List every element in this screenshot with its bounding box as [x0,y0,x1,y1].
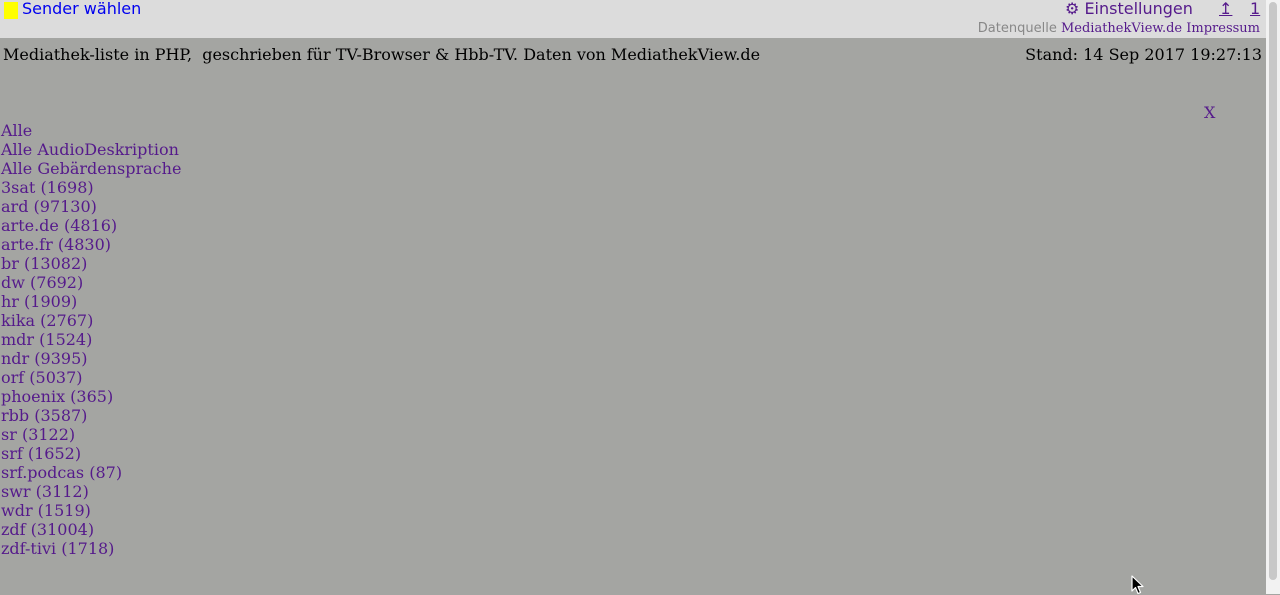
settings-link[interactable]: ⚙ Einstellungen [1065,0,1193,18]
channel-link[interactable]: rbb (3587) [1,406,87,425]
channel-link[interactable]: Alle Gebärdensprache [1,159,181,178]
impressum-link[interactable]: Impressum [1186,21,1260,36]
page-one-link[interactable]: 1 [1250,0,1260,18]
channel-item: Alle [1,121,181,140]
channel-link[interactable]: ard (97130) [1,197,97,216]
scrollbar-thumb[interactable] [1269,2,1277,580]
channel-link[interactable]: kika (2767) [1,311,93,330]
choose-sender-link[interactable]: Sender wählen [22,0,141,18]
channel-item: phoenix (365) [1,387,181,406]
channel-item: zdf-tivi (1718) [1,539,181,558]
channel-link[interactable]: arte.de (4816) [1,216,117,235]
channel-item: br (13082) [1,254,181,273]
channel-link[interactable]: wdr (1519) [1,501,91,520]
channel-item: arte.de (4816) [1,216,181,235]
channel-item: wdr (1519) [1,501,181,520]
channel-item: dw (7692) [1,273,181,292]
gear-icon: ⚙ [1065,0,1080,18]
mouse-cursor-icon [1131,575,1144,595]
channel-list: Alle Alle AudioDeskription Alle Gebärden… [1,121,181,558]
channel-link[interactable]: hr (1909) [1,292,77,311]
channel-item: srf (1652) [1,444,181,463]
channel-link[interactable]: mdr (1524) [1,330,92,349]
channel-link[interactable]: orf (5037) [1,368,83,387]
page-headline: Mediathek-liste in PHP, geschrieben für … [3,45,761,64]
channel-link[interactable]: srf (1652) [1,444,81,463]
channel-link[interactable]: sr (3122) [1,425,75,444]
channel-link[interactable]: arte.fr (4830) [1,235,111,254]
channel-item: zdf (31004) [1,520,181,539]
settings-label: Einstellungen [1084,0,1193,18]
mediathekview-link[interactable]: MediathekView.de [1061,21,1182,36]
channel-item: 3sat (1698) [1,178,181,197]
channel-link[interactable]: srf.podcas (87) [1,463,122,482]
channel-item: rbb (3587) [1,406,181,425]
channel-item: Alle Gebärdensprache [1,159,181,178]
channel-item: kika (2767) [1,311,181,330]
channel-item: ard (97130) [1,197,181,216]
close-button[interactable]: X [1204,103,1215,122]
channel-item: Alle AudioDeskription [1,140,181,159]
stand-timestamp: Stand: 14 Sep 2017 19:27:13 [1025,45,1262,64]
channel-link[interactable]: dw (7692) [1,273,83,292]
channel-item: orf (5037) [1,368,181,387]
top-bar: Sender wählen ⚙ Einstellungen ↥ 1 Datenq… [0,0,1266,38]
source-label: Datenquelle [977,21,1057,36]
channel-item: mdr (1524) [1,330,181,349]
channel-link[interactable]: 3sat (1698) [1,178,94,197]
scroll-top-icon[interactable]: ↥ [1219,0,1232,18]
channel-item: hr (1909) [1,292,181,311]
channel-item: arte.fr (4830) [1,235,181,254]
yellow-key-marker [4,2,18,19]
channel-link[interactable]: swr (3112) [1,482,89,501]
channel-item: swr (3112) [1,482,181,501]
data-source-row: Datenquelle MediathekView.de Impressum [978,21,1260,36]
channel-link[interactable]: br (13082) [1,254,87,273]
channel-link[interactable]: ndr (9395) [1,349,87,368]
channel-item: ndr (9395) [1,349,181,368]
channel-item: sr (3122) [1,425,181,444]
channel-link[interactable]: zdf-tivi (1718) [1,539,114,558]
channel-link[interactable]: zdf (31004) [1,520,94,539]
channel-item: srf.podcas (87) [1,463,181,482]
vertical-scrollbar[interactable] [1266,0,1280,594]
channel-link[interactable]: Alle AudioDeskription [1,140,179,159]
channel-link[interactable]: Alle [1,121,32,140]
channel-link[interactable]: phoenix (365) [1,387,113,406]
